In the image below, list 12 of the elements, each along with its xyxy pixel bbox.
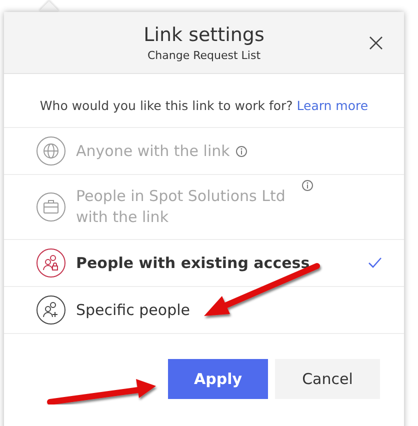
dialog-title: Link settings [144, 24, 264, 46]
cancel-button[interactable]: Cancel [275, 359, 380, 399]
apply-button[interactable]: Apply [168, 359, 268, 399]
globe-icon [36, 136, 66, 166]
dialog-subtitle: Change Request List [147, 48, 261, 62]
link-option[interactable]: People with existing access [4, 240, 404, 287]
learn-more-link[interactable]: Learn more [296, 98, 368, 113]
briefcase-icon [36, 192, 66, 222]
people-lock-icon [36, 248, 66, 278]
people-add-icon [36, 295, 66, 325]
question-text: Who would you like this link to work for? Learn more [4, 74, 404, 128]
checkmark-icon [368, 257, 382, 269]
